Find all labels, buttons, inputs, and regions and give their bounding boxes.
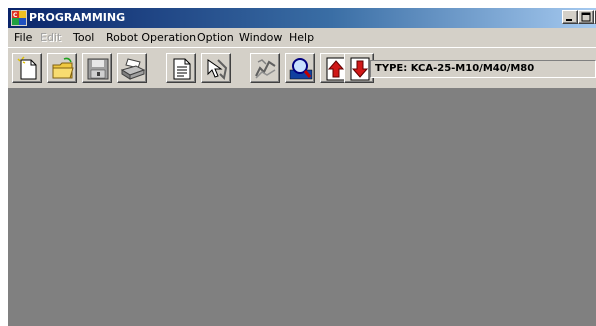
menu-edit[interactable]: Edit xyxy=(40,31,61,44)
open-folder-icon xyxy=(52,57,74,79)
new-file-button[interactable] xyxy=(12,53,42,83)
menu-option[interactable]: Option xyxy=(197,31,234,44)
save-disk-icon xyxy=(87,58,109,80)
menu-tool[interactable]: Tool xyxy=(73,31,94,44)
robot-type-field: TYPE: KCA-25-M10/M40/M80 xyxy=(370,60,596,78)
maximize-icon xyxy=(581,12,591,22)
app-logo-icon: C xyxy=(11,10,27,26)
maximize-button[interactable] xyxy=(578,10,594,24)
menu-robot-operation[interactable]: Robot Operation xyxy=(106,31,196,44)
search-button[interactable] xyxy=(250,53,280,83)
search-chart-icon xyxy=(255,59,276,79)
menu-help[interactable]: Help xyxy=(289,31,314,44)
document-edit-icon xyxy=(173,58,191,80)
svg-text:C: C xyxy=(13,12,18,19)
workspace-area[interactable] xyxy=(8,89,596,326)
open-file-button[interactable] xyxy=(47,53,77,83)
window-title: PROGRAMMING xyxy=(29,11,126,24)
robot-type-label: TYPE: KCA-25-M10/M40/M80 xyxy=(375,63,535,74)
new-document-icon xyxy=(17,56,37,80)
title-bar[interactable]: C PROGRAMMING xyxy=(8,8,596,28)
robot-arm-button[interactable] xyxy=(201,53,231,83)
magnify-button[interactable] xyxy=(285,53,315,83)
edit-document-button[interactable] xyxy=(166,53,196,83)
print-button[interactable] xyxy=(117,53,147,83)
magnifier-icon xyxy=(289,58,313,80)
toolbar: TYPE: KCA-25-M10/M40/M80 xyxy=(8,47,596,89)
minimize-icon xyxy=(566,19,572,21)
menu-bar: File Edit Tool Robot Operation Option Wi… xyxy=(8,28,596,47)
save-file-button[interactable] xyxy=(82,53,112,83)
programming-window: C PROGRAMMING File Edit Tool Robot Opera… xyxy=(8,8,596,326)
menu-window[interactable]: Window xyxy=(239,31,282,44)
printer-icon xyxy=(120,58,146,80)
minimize-button[interactable] xyxy=(562,10,578,24)
robot-arm-icon xyxy=(207,59,228,81)
menu-file[interactable]: File xyxy=(14,31,32,44)
